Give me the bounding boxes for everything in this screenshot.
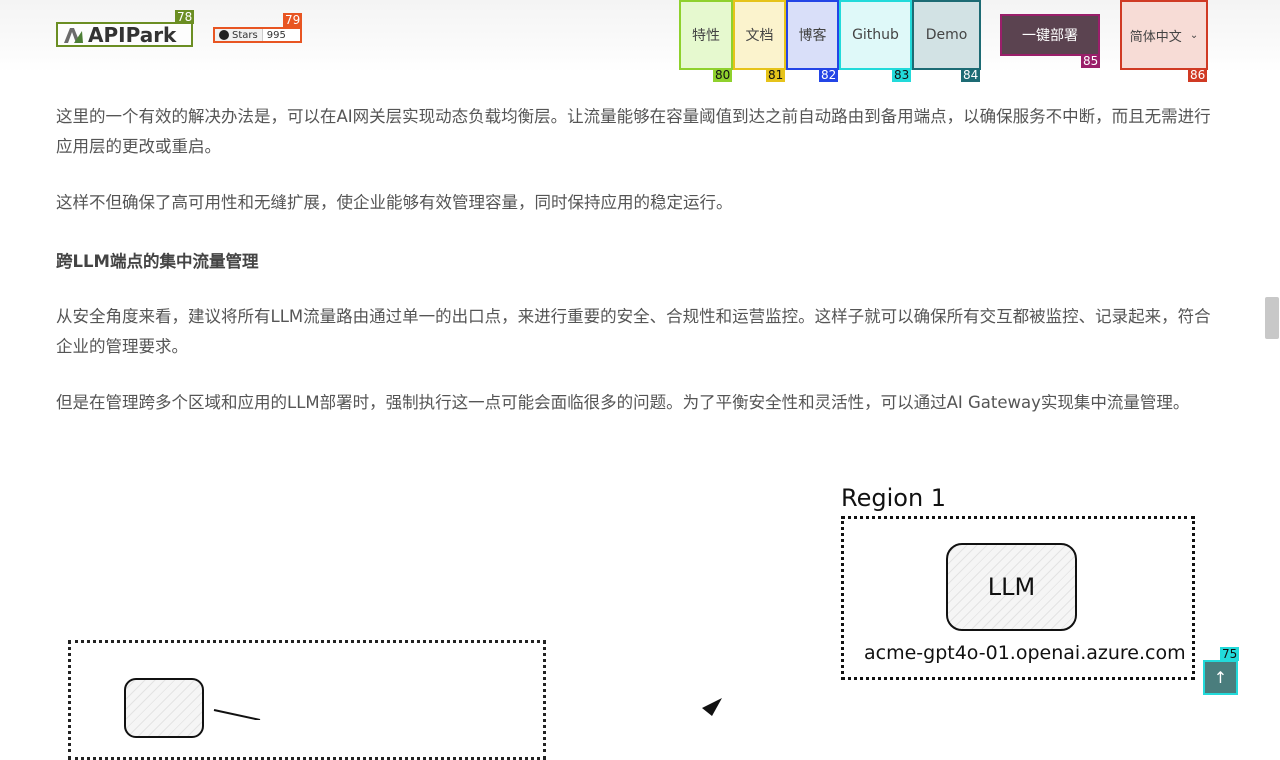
arrow-head-icon <box>702 698 722 716</box>
nav-docs[interactable]: 文档 <box>733 0 786 70</box>
chevron-down-icon: ⌄ <box>1189 29 1199 41</box>
diagram-connectors <box>213 698 722 720</box>
article-paragraph: 但是在管理跨多个区域和应用的LLM部署时，强制执行这一点可能会面临很多的问题。为… <box>56 393 1190 412</box>
marker-language: 86 <box>1188 68 1208 82</box>
marker-nav-demo: 84 <box>961 68 981 82</box>
arrow-up-icon: ↑ <box>1213 668 1228 687</box>
section-heading: 跨LLM端点的集中流量管理 <box>56 252 259 271</box>
marker-logo: 78 <box>175 10 195 24</box>
article-paragraph: 从安全角度来看，建议将所有LLM流量路由通过单一的出口点，来进行重要的安全、合规… <box>56 307 1211 356</box>
scrollbar-thumb[interactable] <box>1265 297 1279 339</box>
marker-back-top: 75 <box>1220 647 1240 661</box>
github-stars-button[interactable]: Stars 995 <box>213 27 302 43</box>
marker-deploy: 85 <box>1081 54 1101 68</box>
language-label: 简体中文 <box>1129 29 1182 45</box>
nav-demo[interactable]: Demo <box>912 0 981 70</box>
logo-text: APIPark <box>88 22 177 47</box>
stars-label: Stars <box>232 29 258 41</box>
nav-blog-label: 博客 <box>798 28 827 44</box>
apipark-logo[interactable]: APIPark <box>56 22 193 47</box>
site-header: APIPark 78 Stars 995 79 特性 80 文档 81 博客 8… <box>0 0 1280 82</box>
llm-node: LLM <box>946 543 1077 631</box>
nav-docs-label: 文档 <box>745 28 774 44</box>
stars-count: 995 <box>261 29 290 41</box>
one-click-deploy-button[interactable]: 一键部署 <box>1000 14 1100 56</box>
logo-icon <box>64 27 83 43</box>
article-paragraph: 这样不但确保了高可用性和无缝扩展，使企业能够有效管理容量，同时保持应用的稳定运行… <box>56 193 733 212</box>
client-node <box>124 678 204 738</box>
deploy-label: 一键部署 <box>1022 28 1078 44</box>
endpoint-label: acme-gpt4o-01.openai.azure.com <box>864 642 1186 664</box>
nav-github-label: Github <box>852 27 899 43</box>
llm-label: LLM <box>987 573 1036 601</box>
nav-blog[interactable]: 博客 <box>786 0 839 70</box>
marker-nav-docs: 81 <box>766 68 786 82</box>
marker-stars: 79 <box>283 13 303 27</box>
nav-features-label: 特性 <box>692 28 720 44</box>
language-selector[interactable]: 简体中文 ⌄ <box>1120 0 1208 70</box>
connector-line <box>213 709 261 720</box>
nav-features[interactable]: 特性 <box>679 0 733 70</box>
article-paragraph: 这里的一个有效的解决办法是，可以在AI网关层实现动态负载均衡层。让流量能够在容量… <box>56 107 1211 156</box>
region-title: Region 1 <box>841 484 947 512</box>
marker-nav-features: 80 <box>713 68 733 82</box>
marker-nav-blog: 82 <box>819 68 839 82</box>
github-icon <box>219 30 229 40</box>
nav-demo-label: Demo <box>925 27 968 43</box>
marker-nav-github: 83 <box>892 68 912 82</box>
back-to-top-button[interactable]: ↑ <box>1203 660 1238 695</box>
nav-github[interactable]: Github <box>839 0 912 70</box>
